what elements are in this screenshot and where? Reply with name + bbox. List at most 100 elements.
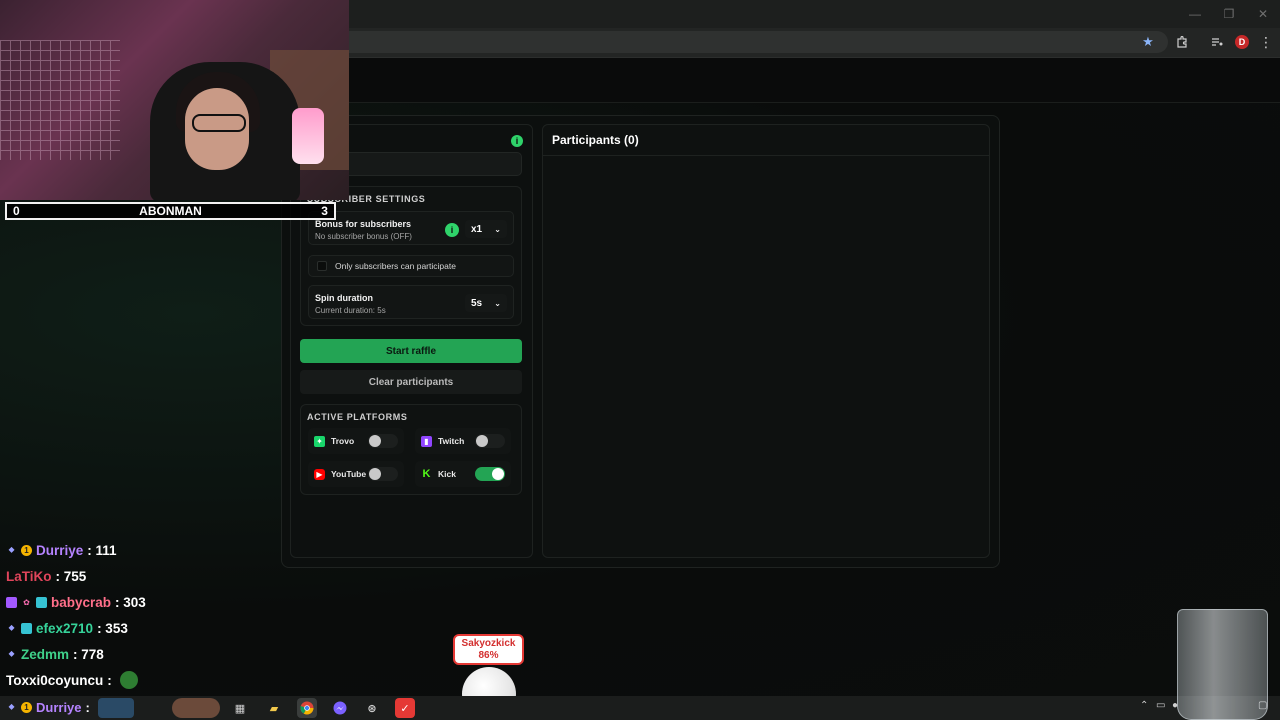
bonus-status: No subscriber bonus (OFF) [315,232,412,241]
platform-twitch-label: Twitch [438,436,465,446]
minimize-button[interactable]: — [1178,0,1212,28]
platform-trovo-label: Trovo [331,436,355,446]
status-info-icon[interactable]: i [511,135,523,147]
gold-coin-icon: 1 [21,701,32,713]
alert-username: Sakyozkick [461,638,516,649]
twitch-icon: ▮ [421,435,432,447]
platform-kick-toggle[interactable] [475,467,505,481]
spin-duration-row: Spin duration Current duration: 5s 5s ⌄ [308,285,514,319]
app-icon[interactable]: ✓ [395,698,415,718]
platform-trovo: ✦ Trovo [308,428,404,454]
start-raffle-button[interactable]: Start raffle [300,339,522,363]
spin-duration-value: 5s [471,297,483,309]
chat-username: Durriye [36,542,84,558]
app-icon[interactable]: ⊛ [362,698,382,718]
chat-line: ⬥ Zedmm : 778 [6,643,104,665]
sub-goal-current: 0 [13,204,20,218]
only-subscribers-row[interactable]: Only subscribers can participate [308,255,514,277]
address-bar[interactable] [330,31,1168,53]
chrome-icon[interactable] [297,698,317,718]
platform-twitch: ▮ Twitch [415,428,511,454]
sub-goal-label: ABONMAN [139,204,202,218]
spin-duration-current: Current duration: 5s [315,306,386,315]
sub-goal-target: 3 [321,204,328,218]
platform-youtube-label: YouTube [331,469,367,479]
glass-decoration [1177,609,1268,720]
subscriber-goal-bar: 0 ABONMAN 3 [5,202,336,220]
chat-username: efex2710 [36,620,94,636]
tray-chevron-icon[interactable]: ⌃ [1140,700,1148,711]
youtube-icon: ▶ [314,468,325,480]
pixel-icon [36,596,47,608]
chat-points: : [107,672,112,688]
chat-points: : 111 [87,542,117,558]
webcam-overlay [0,0,349,200]
bookmark-star-icon[interactable]: ★ [1139,33,1157,51]
task-view-icon[interactable]: ▦ [230,698,250,718]
platform-kick-label: Kick [438,469,456,479]
emote-icon [119,671,138,689]
participants-column [542,124,990,558]
gem-icon [6,596,17,608]
chat-username: LaTiKo [6,568,52,584]
platform-trovo-toggle[interactable] [368,434,398,448]
taskbar-thumbnail[interactable] [172,698,220,718]
chat-line: ⬥ 1 Durriye : [6,696,90,718]
clear-participants-button[interactable]: Clear participants [300,370,522,394]
extensions-icon[interactable] [1173,33,1191,51]
sparkle-icon: ✿ [23,597,30,607]
chevron-down-icon: ⌄ [494,298,501,308]
chat-username: Durriye [36,699,82,715]
chat-line: ⬥ 1 Durriye : 111 [6,539,117,561]
taskbar-thumbnail[interactable] [98,698,134,718]
spin-duration-dropdown[interactable]: 5s ⌄ [465,294,507,312]
chat-line: Toxxi0coyuncu : [6,669,142,691]
profile-avatar[interactable]: D [1235,35,1249,49]
only-subscribers-checkbox[interactable] [317,261,327,271]
media-control-icon[interactable] [1208,33,1226,51]
bonus-title: Bonus for subscribers [315,219,412,229]
chat-line: ✿ babycrab : 303 [6,591,146,613]
close-button[interactable]: ✕ [1246,0,1280,28]
mod-icon: ⬥ [8,702,15,711]
chat-line: ⬥ efex2710 : 353 [6,617,128,639]
platform-kick: K Kick [415,461,511,487]
gold-coin-icon: 1 [21,544,32,556]
only-subscribers-label: Only subscribers can participate [335,261,456,271]
window-controls: — ❐ ✕ [1178,0,1280,28]
alert-percent: 86% [478,650,499,661]
platform-twitch-toggle[interactable] [475,434,505,448]
chat-points: : 353 [97,620,128,636]
bonus-multiplier-value: x1 [471,223,483,235]
mod-icon: ⬥ [8,649,15,658]
kick-alert-box: Sakyozkick 86% [453,634,524,665]
network-icon[interactable]: ▭ [1156,700,1165,711]
active-platforms-title: ACTIVE PLATFORMS [307,412,408,422]
chat-points: : 755 [55,568,87,584]
bonus-multiplier-dropdown[interactable]: x1 ⌄ [465,220,507,238]
chat-line: LaTiKo : 755 [6,565,86,587]
chat-points: : 778 [73,646,104,662]
menu-icon[interactable]: ⋮ [1257,33,1275,51]
file-explorer-icon[interactable]: ▰ [264,698,284,718]
chat-points: : [85,699,90,715]
chat-username: Zedmm [21,646,70,662]
kick-icon: K [422,468,431,480]
pixel-icon [21,622,32,634]
restore-button[interactable]: ❐ [1212,0,1246,28]
participants-title: Participants (0) [542,124,990,156]
chevron-down-icon: ⌄ [494,224,501,234]
trovo-icon: ✦ [314,435,325,447]
spin-duration-title: Spin duration [315,293,373,303]
platform-youtube-toggle[interactable] [368,467,398,481]
active-platforms-card: ACTIVE PLATFORMS ✦ Trovo ▮ Twitch ▶ YouT… [300,404,522,495]
chat-points: : 303 [115,594,146,610]
mod-icon: ⬥ [8,623,15,632]
messenger-icon[interactable] [330,698,350,718]
subscriber-bonus-row: Bonus for subscribers No subscriber bonu… [308,211,514,245]
bonus-info-icon[interactable]: i [445,223,459,237]
platform-youtube: ▶ YouTube [308,461,404,487]
chat-username: babycrab [51,594,112,610]
chat-username: Toxxi0coyuncu [6,672,104,688]
mod-icon: ⬥ [8,545,15,554]
